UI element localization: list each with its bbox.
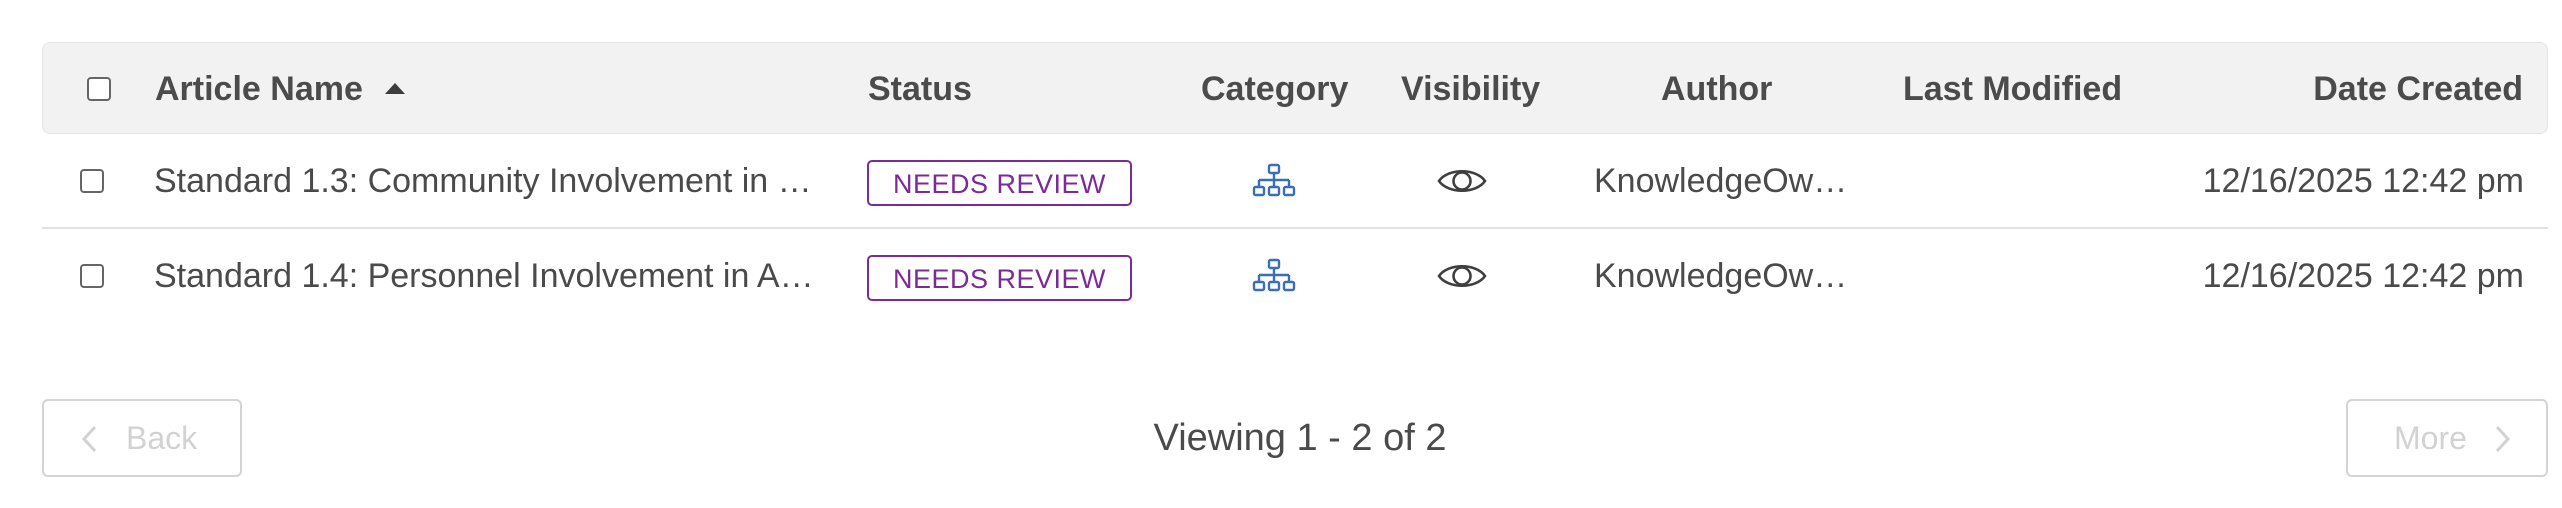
table-row[interactable]: Standard 1.3: Community Involvement in …… bbox=[42, 134, 2548, 229]
author-cell: KnowledgeOw… bbox=[1594, 257, 1848, 295]
article-name-cell[interactable]: Standard 1.3: Community Involvement in … bbox=[154, 134, 854, 229]
back-button[interactable]: Back bbox=[42, 399, 242, 477]
last-modified-cell bbox=[1902, 134, 2182, 229]
column-header-author[interactable]: Author bbox=[1661, 43, 1772, 135]
eye-icon[interactable] bbox=[1436, 164, 1488, 198]
column-header-article-name[interactable]: Article Name bbox=[155, 43, 405, 135]
table-header: Article Name Status Category Visibility … bbox=[42, 42, 2548, 134]
date-created-cell: 12/16/2025 12:42 pm bbox=[2202, 162, 2524, 200]
hierarchy-icon[interactable] bbox=[1252, 163, 1296, 199]
back-button-label: Back bbox=[126, 420, 198, 456]
more-button-label: More bbox=[2394, 420, 2467, 456]
column-header-visibility[interactable]: Visibility bbox=[1401, 43, 1540, 135]
hierarchy-icon[interactable] bbox=[1252, 258, 1296, 294]
more-button[interactable]: More bbox=[2346, 399, 2548, 477]
column-header-date-created[interactable]: Date Created bbox=[2313, 43, 2523, 135]
column-header-article-name-label: Article Name bbox=[155, 70, 363, 108]
row-select-checkbox[interactable] bbox=[80, 169, 104, 193]
column-header-author-label: Author bbox=[1661, 70, 1773, 108]
status-badge: NEEDS REVIEW bbox=[867, 255, 1132, 301]
column-header-status-label: Status bbox=[868, 70, 972, 108]
articles-table: Article Name Status Category Visibility … bbox=[42, 42, 2548, 324]
column-header-visibility-label: Visibility bbox=[1401, 70, 1541, 108]
sort-ascending-icon[interactable] bbox=[384, 83, 405, 94]
column-header-last-modified-label: Last Modified bbox=[1903, 70, 2123, 108]
column-header-last-modified[interactable]: Last Modified bbox=[1903, 43, 2122, 135]
date-created-cell: 12/16/2025 12:42 pm bbox=[2202, 257, 2524, 295]
column-header-category[interactable]: Category bbox=[1201, 43, 1348, 135]
status-badge: NEEDS REVIEW bbox=[867, 160, 1132, 206]
column-header-status[interactable]: Status bbox=[868, 43, 972, 135]
eye-icon[interactable] bbox=[1436, 259, 1488, 293]
column-header-date-created-label: Date Created bbox=[2313, 70, 2523, 108]
author-cell: KnowledgeOw… bbox=[1594, 162, 1848, 200]
select-all-checkbox[interactable] bbox=[87, 77, 111, 101]
chevron-left-icon bbox=[81, 425, 97, 453]
articles-page: Article Name Status Category Visibility … bbox=[0, 0, 2562, 508]
last-modified-cell bbox=[1902, 229, 2182, 324]
pagination-status: Viewing 1 - 2 of 2 bbox=[1153, 417, 1447, 459]
column-header-category-label: Category bbox=[1201, 70, 1349, 108]
chevron-right-icon bbox=[2495, 425, 2511, 453]
article-name-cell[interactable]: Standard 1.4: Personnel Involvement in A… bbox=[154, 229, 854, 324]
table-row[interactable]: Standard 1.4: Personnel Involvement in A… bbox=[42, 229, 2548, 324]
row-select-checkbox[interactable] bbox=[80, 264, 104, 288]
